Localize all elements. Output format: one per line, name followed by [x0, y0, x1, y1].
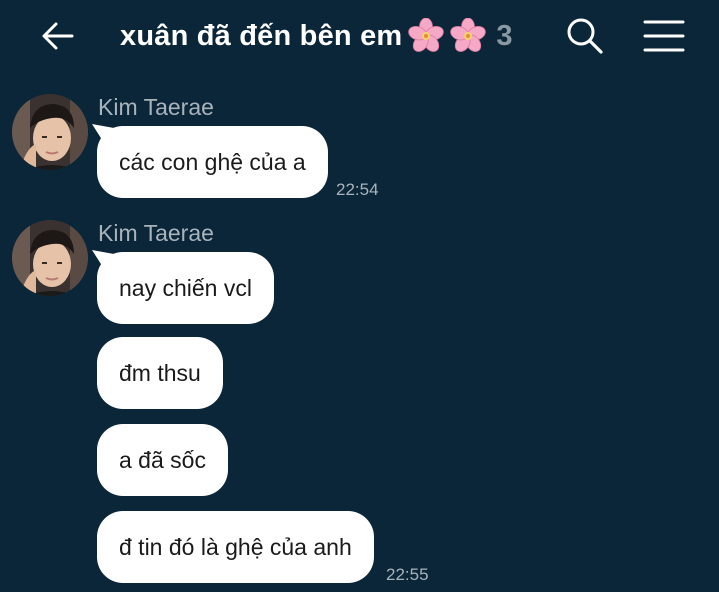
back-arrow-icon[interactable]	[38, 16, 78, 56]
member-count: 3	[496, 19, 513, 52]
chat-title: xuân đã đến bên em	[120, 19, 403, 52]
message-bubble[interactable]: đm thsu	[97, 337, 223, 409]
cherry-blossom-icon	[450, 17, 487, 54]
bubble-tail	[92, 250, 114, 272]
message-text: các con ghệ của a	[119, 148, 306, 175]
message-time: 22:54	[336, 180, 379, 199]
sender-name: Kim Taerae	[98, 220, 214, 246]
message-bubble[interactable]: các con ghệ của a	[92, 124, 328, 198]
sender-avatar[interactable]	[12, 220, 88, 296]
chat-title-area[interactable]: xuân đã đến bên em 3	[120, 14, 513, 58]
sender-name: Kim Taerae	[98, 94, 214, 120]
sender-avatar[interactable]	[12, 94, 88, 170]
message-bubble[interactable]: đ tin đó là ghệ của anh	[97, 511, 374, 583]
message-text: đ tin đó là ghệ của anh	[119, 533, 352, 560]
hamburger-menu-icon[interactable]	[643, 18, 685, 54]
message-text: a đã sốc	[119, 446, 206, 473]
message-text: nay chiến vcl	[119, 274, 252, 301]
message-bubble[interactable]: a đã sốc	[97, 424, 228, 496]
message-bubble[interactable]: nay chiến vcl	[92, 250, 274, 324]
message-time: 22:55	[386, 565, 429, 584]
message-text: đm thsu	[119, 359, 201, 386]
chat-header: xuân đã đến bên em 3	[0, 0, 719, 72]
bubble-tail	[92, 124, 114, 146]
cherry-blossom-icon	[408, 17, 445, 54]
search-icon[interactable]	[565, 16, 605, 56]
